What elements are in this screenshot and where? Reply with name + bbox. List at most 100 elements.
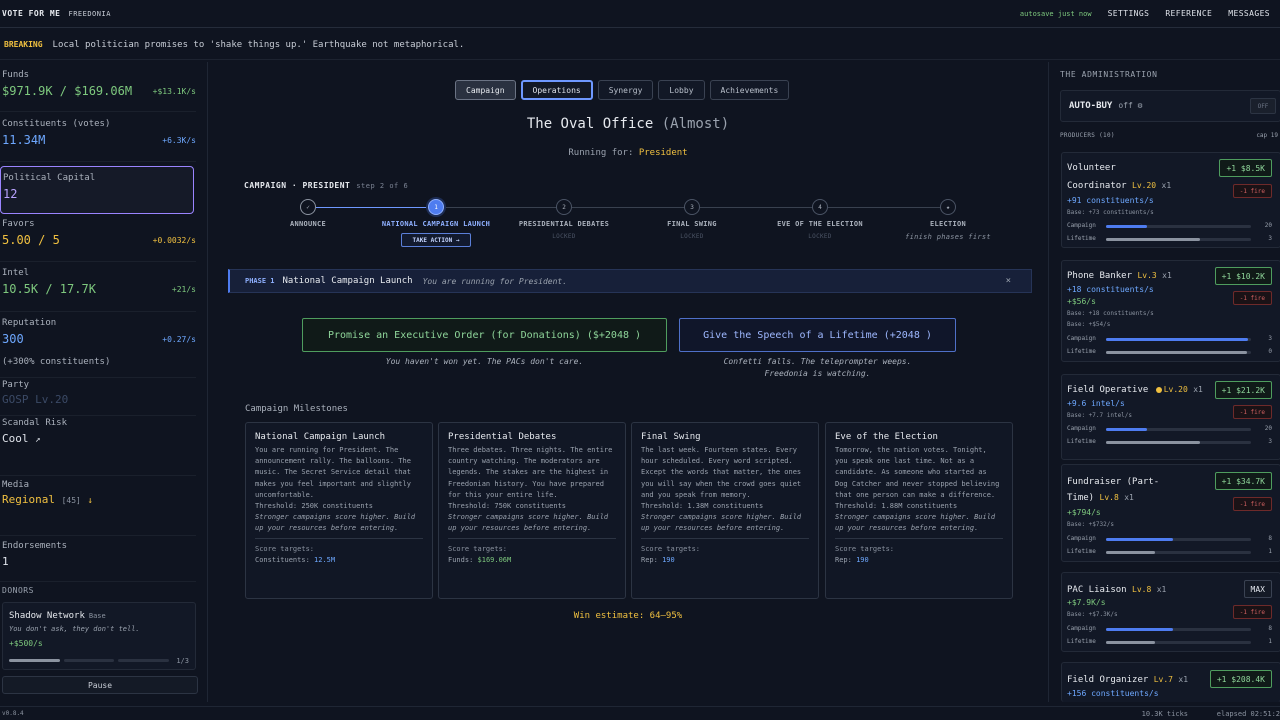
hire-button[interactable]: +1 $34.7K: [1214, 472, 1272, 490]
close-icon[interactable]: ×: [1006, 276, 1011, 286]
producer-rate: +9.6 intel/s: [1067, 399, 1125, 408]
executive-order-button[interactable]: Promise an Executive Order (for Donation…: [302, 318, 667, 352]
score-target: Rep: 190: [835, 555, 1003, 566]
stat-rate: +0.0032/s: [152, 236, 196, 245]
score-value: 190: [662, 555, 675, 564]
lifetime-bar: [1106, 238, 1251, 241]
fire-button[interactable]: -1 fire: [1232, 497, 1272, 511]
autobuy-toggle[interactable]: OFF: [1250, 98, 1276, 114]
fire-button[interactable]: -1 fire: [1232, 405, 1272, 419]
milestone-desc: You are running for President. The annou…: [255, 446, 411, 499]
trend-up-icon: ↗: [35, 435, 41, 445]
autobuy-panel: AUTO-BUY off ⚙ OFF: [1060, 90, 1280, 122]
milestone-desc: Tomorrow, the nation votes. Tonight, you…: [835, 446, 1000, 499]
producer-mult: x1: [1156, 585, 1167, 594]
producer-mult: x1: [1178, 675, 1189, 684]
hire-button[interactable]: +1 $8.5K: [1219, 159, 1272, 177]
producer-base: Base: +$54/s: [1067, 321, 1111, 328]
tab-achievements[interactable]: Achievements: [709, 80, 790, 100]
tab-synergy[interactable]: Synergy: [597, 80, 654, 100]
nav-reference[interactable]: REFERENCE: [1165, 9, 1212, 18]
donor-card[interactable]: Shadow Network Base You don't ask, they d…: [2, 602, 196, 670]
campaign-stepper: ✓ ANNOUNCE 1 NATIONAL CAMPAIGN LAUNCH TA…: [228, 196, 1028, 252]
lifetime-bar-fill: [1106, 238, 1201, 241]
stat-value: $971.9K / $169.06M: [2, 84, 133, 98]
milestone-threshold: Threshold: 250K constituents: [255, 502, 374, 511]
campaign-bar-fill: [1106, 225, 1147, 228]
nav-messages[interactable]: MESSAGES: [1228, 9, 1270, 18]
office-title-almost: (Almost): [661, 116, 730, 132]
campaign-bar: [1106, 428, 1251, 431]
tab-lobby[interactable]: Lobby: [658, 80, 705, 100]
trend-down-icon: ↓: [87, 496, 93, 506]
donor-progress-segment: [118, 659, 170, 662]
tab-campaign[interactable]: Campaign: [455, 80, 516, 100]
phase-banner: PHASE 1 National Campaign Launch You are…: [228, 269, 1032, 293]
main-tabs: Campaign Operations Synergy Lobby Achiev…: [455, 80, 790, 100]
producer-level: Lv.8: [1099, 493, 1119, 502]
max-button[interactable]: MAX: [1243, 580, 1272, 598]
stepper-line: [828, 207, 948, 208]
milestone-hint: Stronger campaigns score higher. Build u…: [835, 513, 996, 533]
fire-button[interactable]: -1 fire: [1232, 184, 1272, 198]
producer-base: Base: +$732/s: [1067, 521, 1114, 528]
autobuy-title: AUTO-BUY: [1069, 101, 1113, 111]
speech-note-line2: Freedonia is watching.: [764, 369, 871, 378]
nav-settings[interactable]: SETTINGS: [1108, 9, 1150, 18]
speech-button[interactable]: Give the Speech of a Lifetime (+2048 ): [679, 318, 956, 352]
score-label: Score targets:: [835, 544, 895, 553]
stepper-line: [316, 207, 436, 208]
score-target: Rep: 190: [641, 555, 809, 566]
fire-button[interactable]: -1 fire: [1232, 291, 1272, 305]
stat-label: Favors: [2, 219, 35, 229]
producer-name-text: PAC Liaison: [1067, 585, 1127, 595]
score-label: Score targets:: [448, 544, 508, 553]
milestone-hint: Stronger campaigns score higher. Build u…: [641, 513, 802, 533]
page-title: The Oval Office (Almost): [228, 116, 1028, 132]
stat-label: Funds: [2, 70, 30, 80]
running-for: Running for: President: [228, 148, 1028, 158]
step-node: 4: [812, 199, 828, 215]
stat-reputation: Reputation 300 +0.27/s (+300% constituen…: [0, 312, 196, 378]
campaign-label: Campaign: [1067, 335, 1096, 342]
pause-button[interactable]: Pause: [2, 676, 198, 694]
stat-rate: +$13.1K/s: [152, 87, 196, 96]
scandal-value: Cool: [2, 432, 29, 445]
step-election-note: finish phases first: [905, 233, 991, 241]
campaign-step: step 2 of 6: [356, 182, 409, 190]
step-label-launch: NATIONAL CAMPAIGN LAUNCH: [381, 220, 491, 228]
score-label: Score targets:: [255, 544, 315, 553]
lifetime-count: 0: [1268, 348, 1272, 355]
lifetime-count: 1: [1268, 638, 1272, 645]
campaign-label: Campaign: [1067, 222, 1096, 229]
hire-button[interactable]: +1 $21.2K: [1214, 381, 1272, 399]
win-estimate: Win estimate: 64–95%: [228, 611, 1028, 621]
stat-label: Political Capital: [3, 173, 96, 183]
milestone-card: National Campaign Launch You are running…: [245, 422, 433, 599]
fire-button[interactable]: -1 fire: [1232, 605, 1272, 619]
producer-rate: +$56/s: [1067, 297, 1096, 306]
tab-operations[interactable]: Operations: [520, 80, 593, 100]
version-label: v0.8.4: [2, 710, 24, 717]
stat-political-capital[interactable]: Political Capital 12: [0, 166, 194, 214]
campaign-bar-fill: [1106, 338, 1249, 341]
hire-button[interactable]: +1 $10.2K: [1214, 267, 1272, 285]
milestone-desc: The last week. Fourteen states. Every ho…: [641, 446, 802, 499]
step-node-current[interactable]: 1: [428, 199, 444, 215]
app-title: VOTE FOR ME: [2, 9, 61, 18]
producer-card: PAC Liaison Lv.8 x1 MAX -1 fire +$7.9K/s…: [1061, 572, 1280, 652]
hire-button[interactable]: +1 $208.4K: [1209, 670, 1272, 688]
producer-card: Phone Banker Lv.3 x1 +1 $10.2K -1 fire +…: [1061, 260, 1280, 362]
take-action-button[interactable]: TAKE ACTION →: [401, 233, 471, 247]
stat-value: 12: [3, 187, 18, 201]
producer-mult: x1: [1162, 271, 1172, 280]
score-value: 12.5M: [314, 555, 336, 564]
stat-value: 5.00 / 5: [2, 233, 60, 247]
stat-rate: +6.3K/s: [162, 136, 196, 145]
divider: [835, 537, 1003, 539]
lifetime-bar: [1106, 441, 1251, 444]
milestone-threshold: Threshold: 1.38M constituents: [641, 502, 764, 511]
stepper-line: [700, 207, 820, 208]
campaign-bar-fill: [1106, 628, 1173, 631]
stat-value: 11.34M: [2, 133, 46, 147]
